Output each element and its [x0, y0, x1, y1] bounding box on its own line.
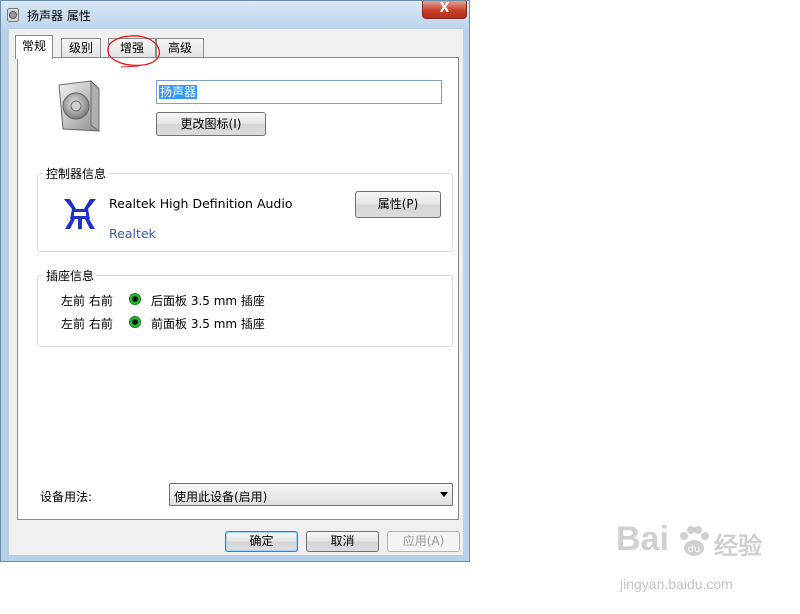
- speaker-small-icon: [7, 8, 19, 22]
- svg-text:du: du: [688, 544, 701, 555]
- paw-logo-icon: du: [680, 526, 709, 556]
- device-name-input[interactable]: 扬声器: [156, 80, 442, 104]
- watermark-url: jingyan.baidu.com: [620, 576, 733, 592]
- watermark-brand-cn: 经验: [714, 532, 762, 560]
- controller-info-group: 控制器信息 Realtek High Definition Audio Real…: [37, 165, 453, 252]
- ok-button[interactable]: 确定: [225, 531, 298, 552]
- close-button[interactable]: X: [422, 1, 467, 19]
- apply-button[interactable]: 应用(A): [387, 531, 460, 552]
- properties-window: 扬声器 属性 X 常规 级别 增强 高级 扬声器 更改图标(I) 控制器信息 R…: [0, 0, 470, 562]
- window-title: 扬声器 属性: [27, 9, 91, 23]
- controller-vendor-link[interactable]: Realtek: [109, 226, 156, 241]
- realtek-logo-icon: [64, 199, 96, 229]
- cancel-button[interactable]: 取消: [306, 531, 379, 552]
- jack-1-green-icon: [129, 293, 141, 305]
- jack-2-channels: 左前 右前: [61, 317, 113, 331]
- device-name-value: 扬声器: [159, 85, 198, 99]
- speaker-icon: [58, 79, 100, 132]
- baidu-watermark: Bai du 经验 jingyan.baidu.com: [612, 520, 762, 600]
- device-usage-label: 设备用法:: [40, 490, 93, 504]
- jack-2-description: 前面板 3.5 mm 插座: [151, 317, 265, 331]
- device-usage-select[interactable]: 使用此设备(启用): [169, 483, 453, 506]
- tab-general[interactable]: 常规: [15, 35, 53, 59]
- jack-2-green-icon: [129, 316, 141, 328]
- dialog-client-area: 常规 级别 增强 高级 扬声器 更改图标(I) 控制器信息 Realtek Hi…: [9, 29, 463, 555]
- jack-1-description: 后面板 3.5 mm 插座: [151, 294, 265, 308]
- controller-device-name: Realtek High Definition Audio: [109, 196, 293, 211]
- jack-info-group: 插座信息 左前 右前 后面板 3.5 mm 插座 左前 右前 前面板 3.5 m…: [37, 267, 453, 347]
- jack-1-channels: 左前 右前: [61, 294, 113, 308]
- title-bar[interactable]: 扬声器 属性 X: [1, 1, 469, 29]
- tab-levels[interactable]: 级别: [61, 38, 101, 58]
- controller-properties-button[interactable]: 属性(P): [355, 191, 441, 218]
- general-tab-panel: 扬声器 更改图标(I) 控制器信息 Realtek High Definitio…: [17, 57, 459, 520]
- device-usage-selected: 使用此设备(启用): [174, 490, 268, 504]
- watermark-brand: Bai: [616, 520, 669, 558]
- controller-info-label: 控制器信息: [44, 165, 109, 182]
- change-icon-button[interactable]: 更改图标(I): [156, 112, 266, 136]
- jack-info-label: 插座信息: [44, 267, 97, 284]
- annotation-circle: [107, 35, 161, 68]
- chevron-down-icon: [440, 492, 448, 497]
